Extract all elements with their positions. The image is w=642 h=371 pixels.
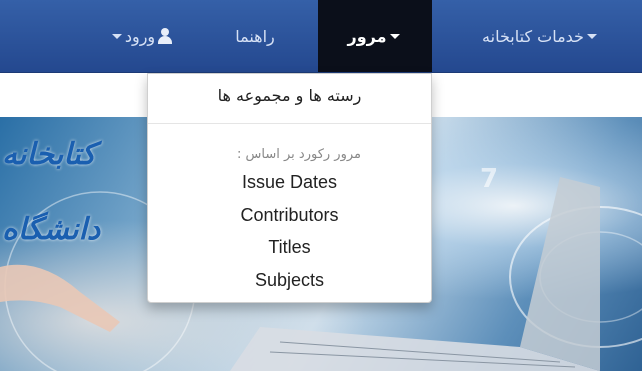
caret-down-icon	[389, 33, 400, 39]
browse-by-header: مرور رکورد بر اساس :	[237, 147, 361, 162]
library-services-menu[interactable]: خدمات کتابخانه	[446, 0, 636, 72]
svg-text:7: 7	[480, 164, 498, 194]
browse-contributors-link[interactable]: Contributors	[148, 205, 431, 226]
calligraphy-line-2: دانشگاه	[2, 212, 101, 247]
browse-issue-dates-link[interactable]: Issue Dates	[148, 172, 431, 193]
caret-down-icon	[111, 33, 122, 39]
login-menu[interactable]: ورود	[82, 0, 202, 72]
calligraphy-line-1: کتابخانه	[2, 137, 96, 172]
browse-titles-link[interactable]: Titles	[148, 237, 431, 258]
login-label: ورود	[124, 26, 156, 46]
dropdown-divider	[148, 123, 431, 124]
services-label: خدمات کتابخانه	[482, 26, 584, 46]
caret-down-icon	[586, 33, 597, 39]
top-navbar: ورود راهنما مرور خدمات کتابخانه	[0, 0, 642, 73]
guide-link[interactable]: راهنما	[212, 0, 298, 72]
communities-collections-link[interactable]: رسته ها و مجموعه ها	[148, 86, 431, 105]
browse-subjects-link[interactable]: Subjects	[148, 270, 431, 291]
browse-menu[interactable]: مرور	[318, 0, 432, 72]
browse-dropdown: رسته ها و مجموعه ها مرور رکورد بر اساس :…	[147, 73, 432, 303]
user-icon	[157, 28, 173, 44]
guide-label: راهنما	[235, 26, 275, 46]
browse-label: مرور	[347, 26, 387, 46]
